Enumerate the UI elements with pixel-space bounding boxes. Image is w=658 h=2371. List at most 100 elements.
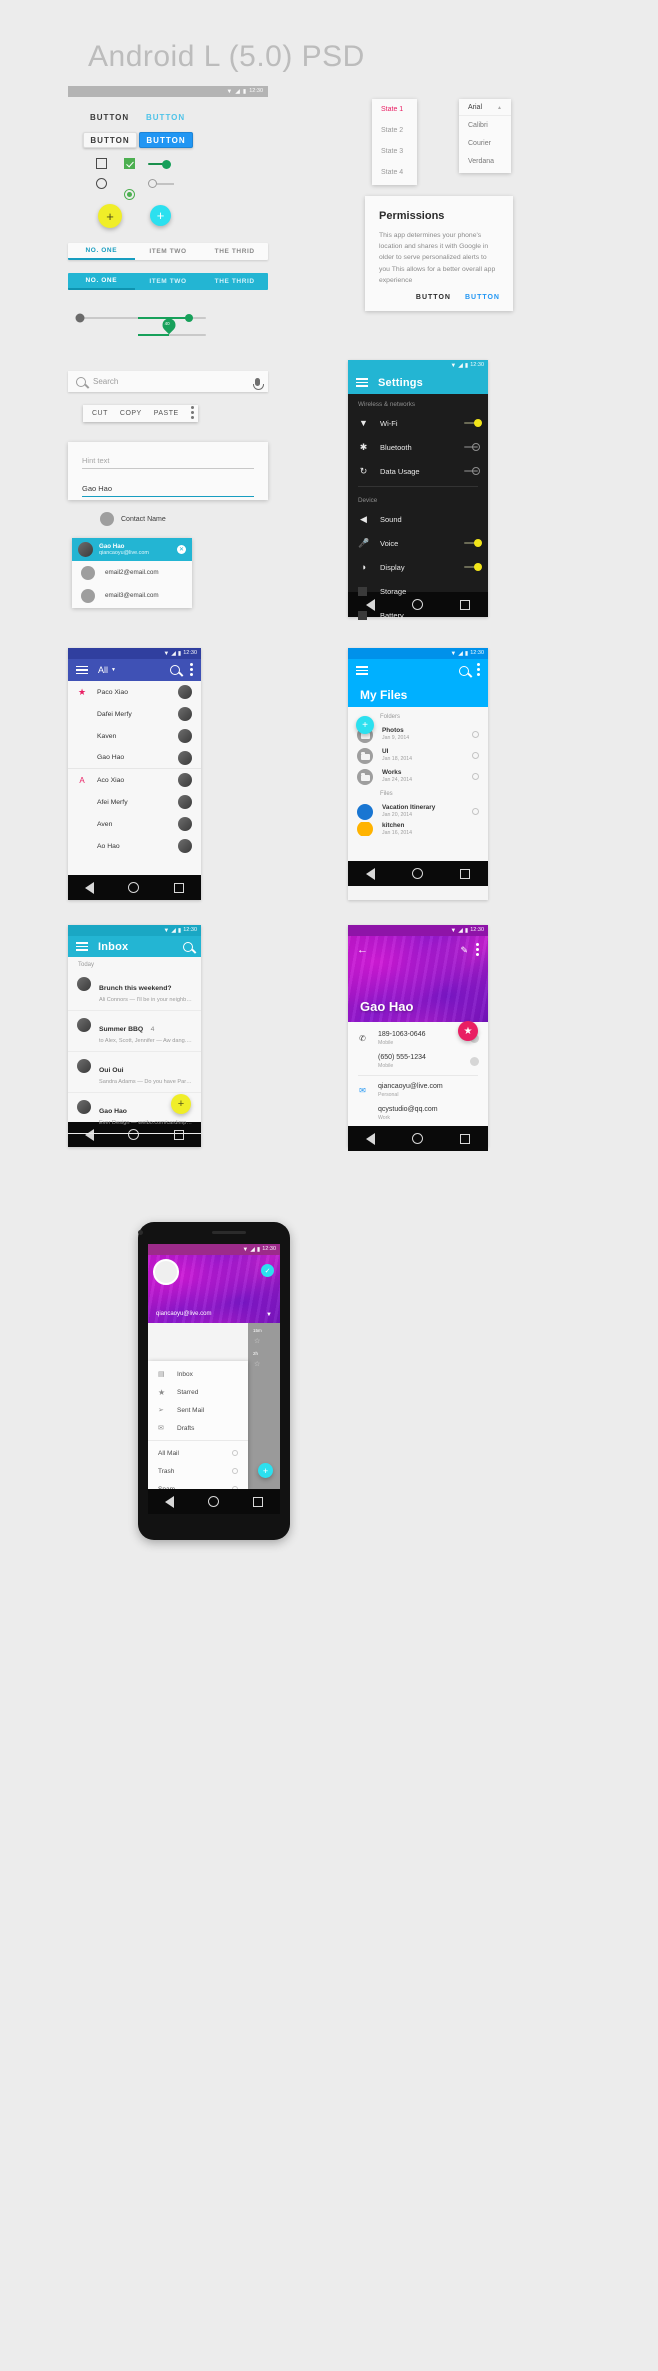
settings-item-data-usage[interactable]: ↻ Data Usage (348, 459, 488, 483)
state-item-4[interactable]: State 4 (372, 162, 417, 183)
recents-icon[interactable] (173, 882, 184, 893)
drawer-item-inbox[interactable]: ▤ Inbox (148, 1365, 248, 1383)
navbar[interactable] (68, 875, 201, 900)
menu-item-cut[interactable]: CUT (92, 410, 108, 417)
kebab-icon[interactable] (477, 663, 480, 678)
navbar[interactable] (348, 1126, 488, 1151)
back-icon[interactable] (366, 598, 376, 611)
tabs-light[interactable]: NO. ONE ITEM TWO THE THRID (68, 243, 268, 260)
slider-knob[interactable] (75, 313, 85, 323)
kebab-icon[interactable] (190, 662, 193, 678)
contacts-title[interactable]: All (98, 665, 108, 675)
drawer-item-starred[interactable]: ★ Starred (148, 1383, 248, 1401)
context-menu[interactable]: CUT COPY PASTE (83, 405, 198, 422)
dialog-button-2[interactable]: BUTTON (465, 294, 500, 301)
info-icon[interactable] (472, 731, 479, 738)
raised-button-light[interactable]: BUTTON (83, 132, 137, 148)
switch-on[interactable] (148, 160, 174, 169)
info-icon[interactable] (472, 773, 479, 780)
flat-button-2[interactable]: BUTTON (146, 113, 185, 122)
slider-knob-filled[interactable] (185, 314, 193, 322)
home-icon[interactable] (411, 599, 423, 610)
file-row[interactable]: Vacation Itinerary Jan 20, 2014 (348, 801, 488, 822)
back-arrow-icon[interactable]: ← (357, 945, 368, 956)
hint-text-field[interactable]: Hint text (82, 456, 254, 469)
menu-item-paste[interactable]: PASTE (154, 410, 179, 417)
contact-option-2[interactable]: email3@email.com (72, 584, 192, 607)
chevron-down-icon[interactable]: ▼ (266, 1312, 272, 1318)
contact-picker-selected[interactable]: Gao Hao qiancaoyu@live.com ✕ (72, 538, 192, 561)
message-icon[interactable] (470, 1057, 479, 1066)
font-option-1[interactable]: Calibri (459, 116, 511, 134)
home-icon[interactable] (411, 1133, 423, 1144)
mail-row[interactable]: Oui Oui Sandra Adams — Do you have Paris… (68, 1052, 201, 1093)
contact-row[interactable]: Ao Hao (68, 835, 201, 857)
state-item-1[interactable]: State 1 (372, 99, 417, 120)
menu-icon[interactable] (76, 665, 88, 675)
settings-toggle[interactable] (464, 418, 482, 427)
mail-row[interactable]: Summer BBQ 4 to Alex, Scott, Jennifer — … (68, 1011, 201, 1052)
settings-item-bluetooth[interactable]: ✱ Bluetooth (348, 435, 488, 459)
back-icon[interactable] (165, 1495, 174, 1508)
raised-button-blue[interactable]: BUTTON (139, 132, 193, 148)
contact-row[interactable]: ★ Paco Xiao (68, 681, 201, 703)
contact-row[interactable]: Gao Hao (68, 747, 201, 769)
menu-item-copy[interactable]: COPY (120, 410, 142, 417)
drawer-item-drafts[interactable]: ✉ Drafts (148, 1419, 248, 1437)
info-icon[interactable] (472, 808, 479, 815)
slider-with-bubble[interactable]: 40 (138, 315, 206, 336)
back-icon[interactable] (85, 881, 95, 894)
switch-off[interactable] (148, 179, 174, 188)
settings-toggle[interactable] (464, 538, 482, 547)
contact-row[interactable]: Kaven (68, 725, 201, 747)
drawer-item-all-mail[interactable]: All Mail (148, 1444, 248, 1462)
contact-row[interactable]: Aven (68, 813, 201, 835)
navbar[interactable] (148, 1489, 280, 1514)
file-row[interactable]: UI Jan 18, 2014 (348, 745, 488, 766)
contact-row[interactable]: Afei Merfy (68, 791, 201, 813)
tab-light-1[interactable]: NO. ONE (68, 243, 135, 260)
files-fab[interactable]: + (356, 716, 374, 734)
settings-item-sound[interactable]: ◀ Sound (348, 507, 488, 531)
tab-teal-2[interactable]: ITEM TWO (135, 273, 202, 290)
search-icon[interactable] (170, 665, 180, 675)
chevron-down-icon[interactable]: ▼ (111, 667, 116, 673)
settings-item-voice[interactable]: 🎤 Voice (348, 531, 488, 555)
menu-icon[interactable] (356, 378, 368, 387)
profile-row[interactable]: qcystudio@qq.com Work (348, 1102, 488, 1125)
font-option-2[interactable]: Courier (459, 134, 511, 152)
drawer-item-trash[interactable]: Trash (148, 1462, 248, 1480)
inbox-fab[interactable]: + (171, 1094, 191, 1114)
mail-row[interactable]: Brunch this weekend? Ali Connors — I'll … (68, 970, 201, 1011)
device-check-badge[interactable]: ✓ (261, 1264, 274, 1277)
info-icon[interactable] (232, 1450, 238, 1456)
file-row[interactable]: Works Jan 24, 2014 (348, 766, 488, 787)
kebab-icon[interactable] (476, 943, 479, 958)
settings-toggle[interactable] (464, 562, 482, 571)
info-icon[interactable] (472, 752, 479, 759)
back-icon[interactable] (366, 867, 376, 880)
search-input[interactable]: Search (68, 371, 268, 392)
flat-button-1[interactable]: BUTTON (90, 113, 129, 122)
home-icon[interactable] (411, 868, 423, 879)
contact-chip[interactable]: Contact Name (100, 512, 166, 526)
search-icon[interactable] (459, 665, 469, 676)
file-row[interactable]: kitchen Jan 16, 2014 (348, 822, 488, 836)
font-option-3[interactable]: Verdana (459, 152, 511, 170)
settings-item-wifi[interactable]: ▼ Wi-Fi (348, 411, 488, 435)
profile-row[interactable]: (650) 555-1234 Mobile (348, 1050, 488, 1073)
tab-light-3[interactable]: THE THRID (201, 243, 268, 260)
close-icon[interactable]: ✕ (177, 545, 186, 554)
kebab-icon[interactable] (190, 406, 194, 421)
star-icon[interactable]: ☆ (248, 1356, 280, 1368)
tab-teal-3[interactable]: THE THRID (201, 273, 268, 290)
chevron-up-icon[interactable]: ▲ (497, 105, 502, 111)
device-fab[interactable]: + (258, 1463, 273, 1478)
radio-selected[interactable] (124, 189, 135, 200)
menu-icon[interactable] (356, 666, 368, 675)
checkbox-unchecked[interactable] (96, 158, 107, 169)
contact-row[interactable]: A Aco Xiao (68, 769, 201, 791)
profile-fab-star[interactable]: ★ (458, 1021, 478, 1041)
navbar[interactable] (348, 861, 488, 886)
state-list[interactable]: State 1 State 2 State 3 State 4 (372, 99, 417, 185)
